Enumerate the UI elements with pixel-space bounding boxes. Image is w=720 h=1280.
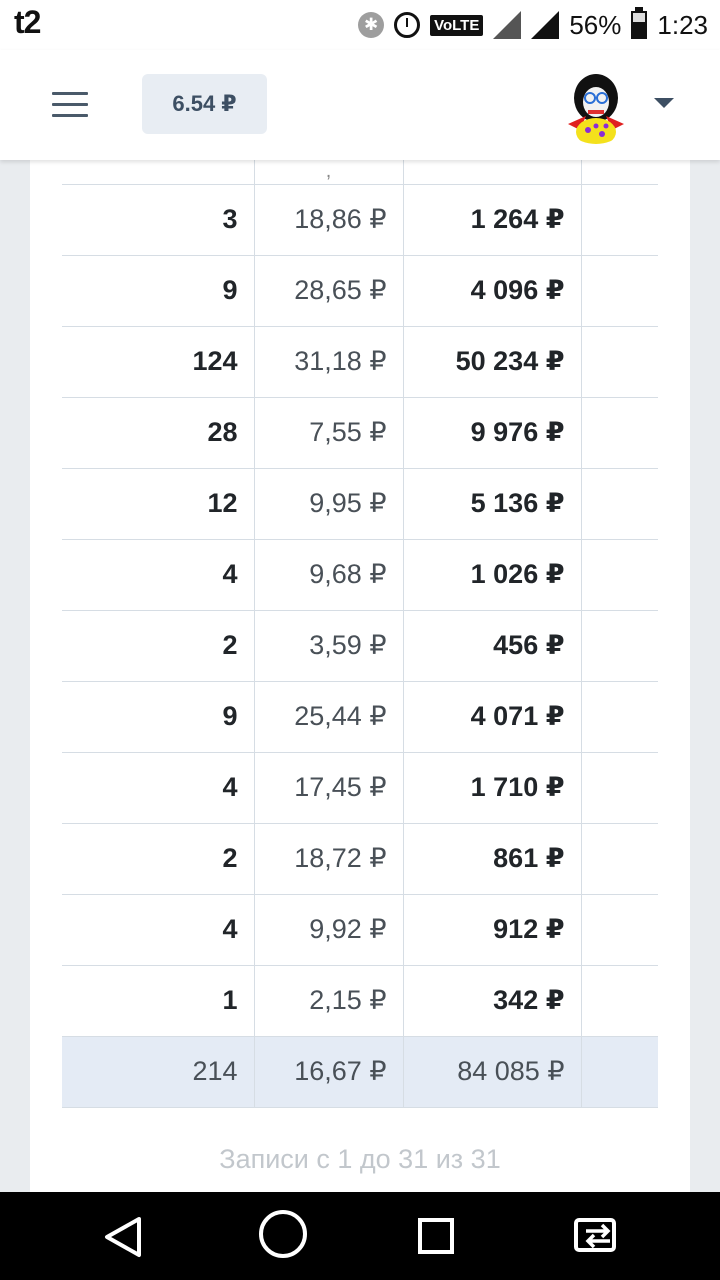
total-qty: 214: [62, 1036, 255, 1108]
orders-table: , 3 18,86 ₽ 1 264 ₽ 9 28,65 ₽ 4 096 ₽ 12…: [62, 160, 658, 1108]
table-row: 4 9,68 ₽ 1 026 ₽: [62, 539, 658, 611]
cell-extra: [581, 160, 658, 185]
cell-extra: [581, 255, 658, 327]
table-row: 2 18,72 ₽ 861 ₽: [62, 823, 658, 895]
cell-price: 9,92 ₽: [254, 894, 404, 966]
total-sum: 84 085 ₽: [403, 1036, 582, 1108]
cell-price: 3,59 ₽: [254, 610, 404, 682]
cell-qty: 9: [62, 681, 255, 753]
table-card: , 3 18,86 ₽ 1 264 ₽ 9 28,65 ₽ 4 096 ₽ 12…: [30, 160, 690, 1192]
cell-signal-icon: [531, 11, 560, 39]
table-row: 12 9,95 ₽ 5 136 ₽: [62, 468, 658, 540]
avatar[interactable]: [558, 68, 634, 144]
cell-sum: 50 234 ₽: [403, 326, 582, 398]
battery-icon: [631, 7, 648, 39]
cell-sum: 4 071 ₽: [403, 681, 582, 753]
cell-price: 9,95 ₽: [254, 468, 404, 540]
cell-qty: 2: [62, 610, 255, 682]
alarm-icon: [394, 12, 421, 38]
table-row: 2 3,59 ₽ 456 ₽: [62, 610, 658, 682]
cell-price: 18,86 ₽: [254, 184, 404, 256]
cell-extra: [581, 326, 658, 398]
table-row: 28 7,55 ₽ 9 976 ₽: [62, 397, 658, 469]
cell-qty: 9: [62, 255, 255, 327]
cell-qty: 4: [62, 752, 255, 824]
cell-sum: 912 ₽: [403, 894, 582, 966]
table-row: 1 2,15 ₽ 342 ₽: [62, 965, 658, 1037]
total-extra: [581, 1036, 658, 1108]
cell-sum: 4 096 ₽: [403, 255, 582, 327]
cell-sum: 456 ₽: [403, 610, 582, 682]
cell-price: 2,15 ₽: [254, 965, 404, 1037]
battery-percent: 56%: [569, 9, 622, 40]
cell-qty: 28: [62, 397, 255, 469]
cell-extra: [581, 184, 658, 256]
balance-badge[interactable]: 6.54 ₽: [142, 74, 267, 134]
carrier-logo: t2: [14, 4, 41, 40]
lte-signal-icon: 4G: [493, 11, 522, 39]
chevron-down-icon[interactable]: [654, 98, 674, 108]
cell-qty: 2: [62, 823, 255, 895]
back-icon[interactable]: [103, 1216, 143, 1258]
cell-extra: [581, 468, 658, 540]
cell-sum: 1 264 ₽: [403, 184, 582, 256]
cell-extra: [581, 894, 658, 966]
status-icons: ✱ VoLTE 4G 56% 1:23: [358, 7, 708, 42]
volte-badge: VoLTE: [430, 14, 484, 36]
cell-price: 9,68 ₽: [254, 539, 404, 611]
clock: 1:23: [657, 9, 708, 40]
table-row: 124 31,18 ₽ 50 234 ₽: [62, 326, 658, 398]
cell-extra: [581, 823, 658, 895]
cell-extra: [581, 610, 658, 682]
status-bar: t2 ✱ VoLTE 4G 56% 1:23: [0, 0, 720, 50]
app-header: 6.54 ₽: [0, 50, 720, 160]
cell-price: 18,72 ₽: [254, 823, 404, 895]
pagination-info: Записи с 1 до 31 из 31: [219, 1144, 501, 1174]
cell-sum: 5 136 ₽: [403, 468, 582, 540]
cell-sum: 861 ₽: [403, 823, 582, 895]
table-row: 4 9,92 ₽ 912 ₽: [62, 894, 658, 966]
cell-sum: 342 ₽: [403, 965, 582, 1037]
table-row: 9 25,44 ₽ 4 071 ₽: [62, 681, 658, 753]
bluetooth-icon: ✱: [358, 12, 385, 38]
cell-qty: 3: [62, 184, 255, 256]
table-row-partial: ,: [62, 160, 658, 185]
cell-price: 17,45 ₽: [254, 752, 404, 824]
cell-extra: [581, 539, 658, 611]
total-price: 16,67 ₽: [254, 1036, 404, 1108]
cell-extra: [581, 681, 658, 753]
cell-sum: 1 710 ₽: [403, 752, 582, 824]
recent-apps-icon[interactable]: [418, 1218, 454, 1254]
cell-price: 31,18 ₽: [254, 326, 404, 398]
table-row: 3 18,86 ₽ 1 264 ₽: [62, 184, 658, 256]
cell-price: ,: [254, 160, 404, 185]
hamburger-icon[interactable]: [52, 92, 88, 118]
table-row: 4 17,45 ₽ 1 710 ₽: [62, 752, 658, 824]
cell-extra: [581, 752, 658, 824]
cell-qty: 1: [62, 965, 255, 1037]
cell-sum: 1 026 ₽: [403, 539, 582, 611]
cell-qty: 4: [62, 539, 255, 611]
home-icon[interactable]: [259, 1210, 307, 1258]
cell-qty: 12: [62, 468, 255, 540]
cell-qty: [62, 160, 255, 185]
table-row: 9 28,65 ₽ 4 096 ₽: [62, 255, 658, 327]
cell-price: 28,65 ₽: [254, 255, 404, 327]
android-nav-bar: [0, 1192, 720, 1280]
cell-price: 25,44 ₽: [254, 681, 404, 753]
table-total-row: 214 16,67 ₽ 84 085 ₽: [62, 1036, 658, 1108]
switch-app-icon[interactable]: [572, 1216, 624, 1256]
cell-extra: [581, 965, 658, 1037]
cell-sum: [403, 160, 582, 185]
cell-qty: 124: [62, 326, 255, 398]
cell-extra: [581, 397, 658, 469]
cell-price: 7,55 ₽: [254, 397, 404, 469]
cell-qty: 4: [62, 894, 255, 966]
cell-sum: 9 976 ₽: [403, 397, 582, 469]
avatar-image: [568, 74, 624, 144]
